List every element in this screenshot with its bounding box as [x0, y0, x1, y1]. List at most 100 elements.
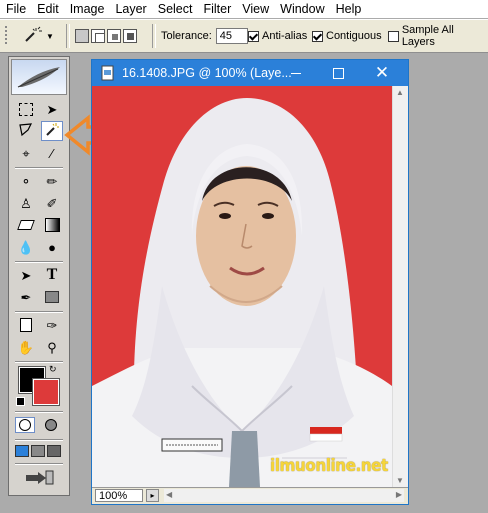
- background-color-swatch[interactable]: [32, 378, 60, 406]
- horizontal-scrollbar[interactable]: ◀ ▶: [164, 489, 404, 502]
- maximize-button[interactable]: [318, 60, 358, 86]
- scroll-left-icon[interactable]: ◀: [166, 490, 172, 499]
- toolbox-divider: [15, 463, 63, 465]
- marquee-tool[interactable]: [15, 99, 37, 119]
- screen-mode-full-menu[interactable]: [31, 445, 45, 457]
- toolbox-divider: [15, 439, 63, 441]
- menu-filter[interactable]: Filter: [197, 0, 236, 18]
- add-to-selection-button[interactable]: [91, 29, 105, 43]
- shape-tool[interactable]: [41, 287, 63, 307]
- sample-all-layers-checkbox[interactable]: Sample All Layers: [388, 20, 488, 52]
- tool-preset-picker[interactable]: ▼: [22, 20, 54, 52]
- selection-mode-group: [75, 20, 139, 52]
- menu-edit[interactable]: Edit: [31, 0, 64, 18]
- dodge-icon: ●: [48, 239, 56, 255]
- menu-image[interactable]: Image: [64, 0, 110, 18]
- crop-icon: ⌖: [22, 145, 30, 161]
- menu-bar: File Edit Image Layer Select Filter View…: [0, 0, 488, 18]
- document-window: 16.1408.JPG @ 100% (Laye... ✕ ilmuonline…: [91, 59, 409, 505]
- standard-mode-button[interactable]: [15, 417, 35, 433]
- screen-mode-full[interactable]: [47, 445, 61, 457]
- lasso-icon: [18, 122, 34, 140]
- magic-wand-icon: [22, 26, 44, 47]
- dodge-tool[interactable]: ●: [41, 237, 63, 257]
- scroll-down-icon[interactable]: ▼: [396, 476, 404, 485]
- gradient-tool[interactable]: [41, 215, 63, 235]
- swap-colors-icon[interactable]: ↻: [49, 364, 57, 375]
- new-selection-button[interactable]: [75, 29, 89, 43]
- menu-window[interactable]: Window: [274, 0, 329, 18]
- status-menu-button[interactable]: ▸: [146, 489, 159, 502]
- brush-tool[interactable]: ✏: [41, 171, 63, 191]
- bandage-icon: ⚬: [20, 173, 32, 189]
- antialias-label: Anti-alias: [262, 30, 308, 42]
- antialias-checkbox[interactable]: Anti-alias: [248, 20, 307, 52]
- eraser-tool[interactable]: [15, 215, 37, 235]
- options-divider: [66, 24, 70, 48]
- rectangle-shape-icon: [45, 291, 59, 303]
- toolbox-divider: [15, 361, 63, 363]
- notes-tool[interactable]: [15, 315, 37, 335]
- crop-tool[interactable]: ⌖: [15, 143, 37, 163]
- magic-wand-icon: [44, 122, 60, 140]
- toolbox: ➤ ⌖ ⁄ ⚬ ✏ ♙ ✐ 💧 ● ➤ T ✒ ✑ ✋ ⚲ ↻: [8, 56, 70, 496]
- menu-help[interactable]: Help: [330, 0, 367, 18]
- eyedropper-tool[interactable]: ✑: [41, 315, 63, 335]
- options-grip[interactable]: [4, 20, 10, 52]
- hand-icon: ✋: [17, 339, 35, 355]
- document-titlebar[interactable]: 16.1408.JPG @ 100% (Laye... ✕: [92, 60, 408, 86]
- imageready-icon: [24, 469, 54, 490]
- quick-mask-button[interactable]: [41, 417, 61, 433]
- intersect-selection-button[interactable]: [123, 29, 137, 43]
- rect-marquee-icon: [19, 102, 33, 116]
- contiguous-check[interactable]: [312, 30, 323, 42]
- close-button[interactable]: ✕: [362, 60, 402, 86]
- tolerance-input[interactable]: 45: [215, 28, 248, 44]
- jump-to-imageready-button[interactable]: [17, 469, 61, 489]
- scroll-right-icon[interactable]: ▶: [396, 490, 402, 499]
- contiguous-checkbox[interactable]: Contiguous: [312, 20, 382, 52]
- default-colors-icon[interactable]: [16, 397, 25, 406]
- blur-tool[interactable]: 💧: [15, 237, 37, 257]
- zoom-tool[interactable]: ⚲: [41, 337, 63, 357]
- subtract-from-selection-button[interactable]: [107, 29, 121, 43]
- history-brush-tool[interactable]: ✐: [41, 193, 63, 213]
- antialias-check[interactable]: [248, 30, 259, 42]
- minimize-button[interactable]: [276, 60, 316, 86]
- clone-stamp-tool[interactable]: ♙: [15, 193, 37, 213]
- image-canvas[interactable]: ilmuonline.net: [92, 86, 392, 487]
- quick-mask-icon: [45, 419, 57, 431]
- type-t-icon: T: [46, 266, 58, 283]
- brush-icon: ✏: [46, 173, 58, 189]
- menu-select[interactable]: Select: [152, 0, 198, 18]
- magic-wand-tool[interactable]: [41, 121, 63, 141]
- path-selection-tool[interactable]: ➤: [15, 265, 37, 285]
- note-icon: [20, 318, 32, 332]
- pen-nib-icon: ✒: [20, 289, 32, 305]
- maximize-icon: [332, 67, 344, 79]
- sample-all-layers-check[interactable]: [388, 30, 399, 42]
- toolbox-divider: [15, 311, 63, 313]
- move-tool[interactable]: ➤: [41, 99, 63, 119]
- type-tool[interactable]: T: [41, 265, 63, 285]
- menu-layer[interactable]: Layer: [109, 0, 151, 18]
- zoom-level-field[interactable]: 100%: [95, 489, 143, 502]
- document-icon: [100, 65, 116, 84]
- slice-knife-icon: ⁄: [50, 145, 54, 161]
- toolbox-logo[interactable]: [11, 59, 67, 95]
- lasso-tool[interactable]: [15, 121, 37, 141]
- toolbox-divider: [15, 167, 63, 169]
- hand-tool[interactable]: ✋: [15, 337, 37, 357]
- pen-tool[interactable]: ✒: [15, 287, 37, 307]
- vertical-scrollbar[interactable]: ▲ ▼: [392, 86, 408, 487]
- eraser-icon: [17, 220, 35, 230]
- minimize-icon: [291, 72, 301, 74]
- menu-file[interactable]: File: [0, 0, 31, 18]
- water-drop-icon: 💧: [17, 239, 35, 255]
- healing-brush-tool[interactable]: ⚬: [15, 171, 37, 191]
- magnifier-icon: ⚲: [47, 339, 57, 355]
- screen-mode-standard[interactable]: [15, 445, 29, 457]
- menu-view[interactable]: View: [236, 0, 274, 18]
- scroll-up-icon[interactable]: ▲: [396, 88, 404, 97]
- slice-tool[interactable]: ⁄: [41, 143, 63, 163]
